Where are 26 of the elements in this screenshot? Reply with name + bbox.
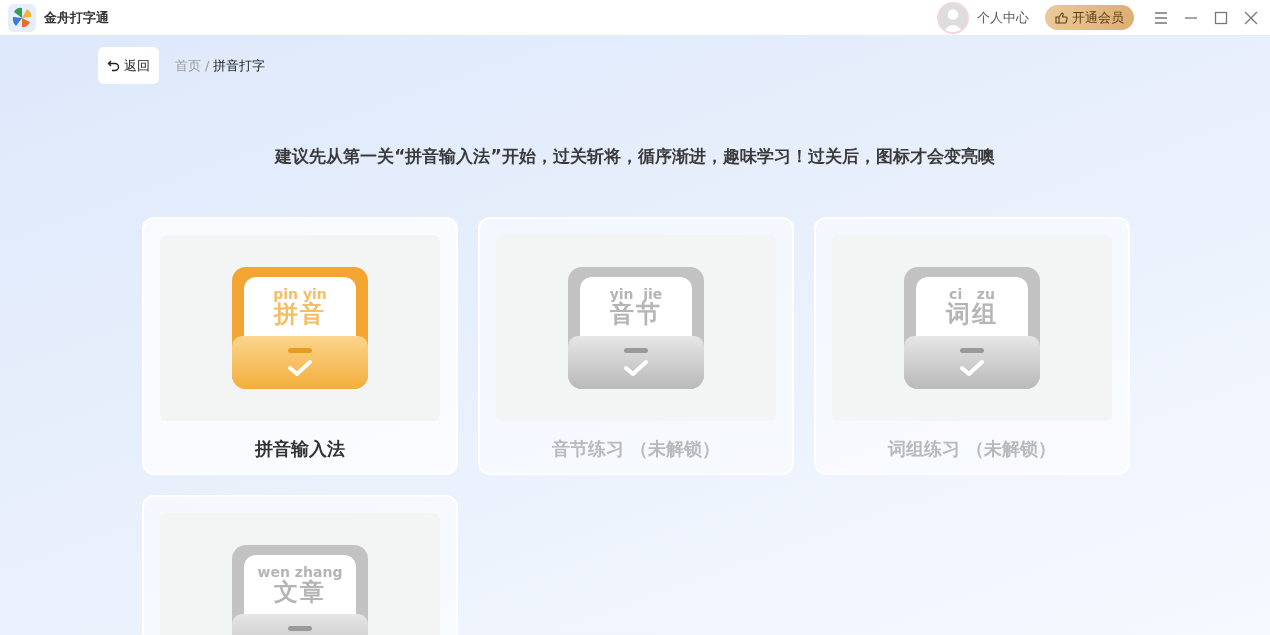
icon-hanzi-label: 词组 [944, 300, 999, 327]
thumbs-up-icon [1055, 11, 1068, 24]
undo-icon [107, 59, 120, 72]
slot-icon [288, 347, 312, 353]
back-button[interactable]: 返回 [98, 47, 159, 84]
check-icon [623, 358, 649, 377]
user-center-link[interactable]: 个人中心 [977, 7, 1029, 28]
vip-button[interactable]: 开通会员 [1045, 4, 1134, 31]
level-title: 词组练习 （未解锁） [886, 436, 1058, 461]
instruction-text: 建议先从第一关“拼音输入法”开始，过关斩将，循序渐进，趣味学习！过关后，图标才会变亮噢 [273, 145, 996, 168]
breadcrumb-item: 拼音打字 [213, 56, 266, 75]
icon-pinyin-label: yin jie [608, 286, 664, 301]
icon-hanzi-label: 文章 [273, 578, 326, 605]
level-title: 音节练习 （未解锁） [550, 436, 722, 461]
app-title: 金舟打字通 [44, 8, 109, 27]
icon-pinyin-label: wen zhang [256, 564, 344, 579]
level-card[interactable]: pin yin 拼音 拼音输入法 [142, 216, 458, 475]
check-icon [959, 358, 985, 377]
slot-icon [960, 347, 984, 353]
icon-pinyin-label: ci zu [948, 286, 996, 301]
breadcrumb-separator: / [205, 56, 210, 75]
icon-pinyin-label: pin yin [272, 286, 328, 301]
level-title: 拼音输入法 [254, 436, 346, 461]
slot-icon [624, 347, 648, 353]
check-icon [287, 358, 313, 377]
slot-icon [288, 625, 312, 631]
